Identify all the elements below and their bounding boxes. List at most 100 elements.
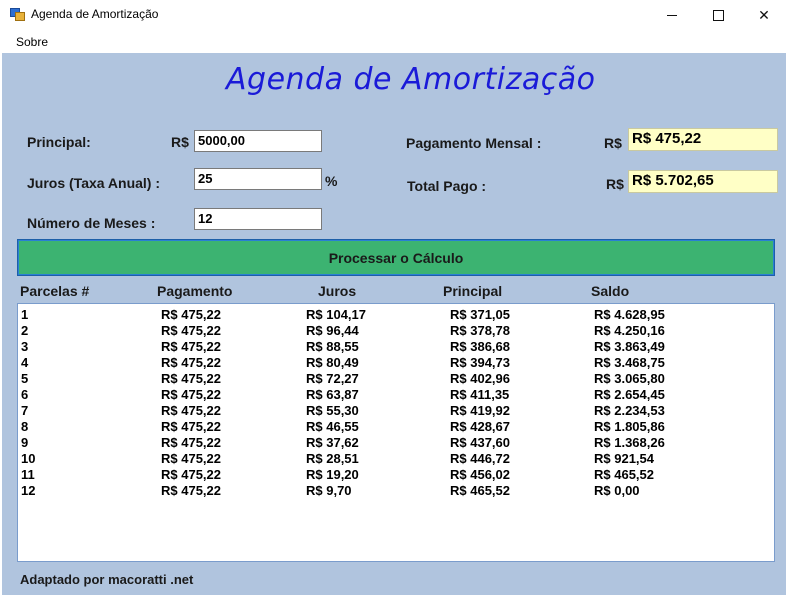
menu-item-sobre[interactable]: Sobre — [16, 35, 48, 49]
row-principal: R$ 386,68 — [450, 339, 510, 354]
table-row[interactable]: 1 R$ 475,22 R$ 104,17 R$ 371,05 R$ 4.628,95 — [18, 307, 774, 323]
row-parcela: 7 — [21, 403, 29, 418]
row-pagamento: R$ 475,22 — [161, 403, 221, 418]
row-principal: R$ 465,52 — [450, 483, 510, 498]
col-header-saldo: Saldo — [591, 283, 630, 299]
table-row[interactable]: 4 R$ 475,22 R$ 80,49 R$ 394,73 R$ 3.468,75 — [18, 355, 774, 371]
row-pagamento: R$ 475,22 — [161, 355, 221, 370]
schedule-listbox[interactable]: 1 R$ 475,22 R$ 104,17 R$ 371,05 R$ 4.628,95 2… — [17, 303, 775, 562]
row-parcela: 1 — [21, 307, 29, 322]
table-row[interactable]: 3 R$ 475,22 R$ 88,55 R$ 386,68 R$ 3.863,49 — [18, 339, 774, 355]
row-pagamento: R$ 475,22 — [161, 435, 221, 450]
row-pagamento: R$ 475,22 — [161, 339, 221, 354]
row-juros: R$ 37,62 — [306, 435, 359, 450]
principal-input[interactable]: 5000,00 — [194, 130, 322, 152]
col-header-pagamento: Pagamento — [157, 283, 233, 299]
row-juros: R$ 19,20 — [306, 467, 359, 482]
row-pagamento: R$ 475,22 — [161, 483, 221, 498]
row-pagamento: R$ 475,22 — [161, 307, 221, 322]
row-principal: R$ 402,96 — [450, 371, 510, 386]
maximize-button[interactable] — [695, 0, 741, 30]
row-juros: R$ 55,30 — [306, 403, 359, 418]
row-juros: R$ 9,70 — [306, 483, 352, 498]
process-button[interactable]: Processar o Cálculo — [17, 239, 775, 276]
row-parcela: 9 — [21, 435, 29, 450]
row-parcela: 4 — [21, 355, 29, 370]
row-principal: R$ 437,60 — [450, 435, 510, 450]
table-row[interactable]: 12 R$ 475,22 R$ 9,70 R$ 465,52 R$ 0,00 — [18, 483, 774, 499]
row-saldo: R$ 465,52 — [594, 467, 654, 482]
row-parcela: 2 — [21, 323, 29, 338]
row-parcela: 12 — [21, 483, 36, 498]
percent-label: % — [325, 173, 338, 189]
title-bar: Agenda de Amortização ✕ — [0, 0, 788, 30]
row-juros: R$ 72,27 — [306, 371, 359, 386]
principal-label: Principal: — [27, 134, 91, 150]
row-pagamento: R$ 475,22 — [161, 451, 221, 466]
row-saldo: R$ 1.805,86 — [594, 419, 665, 434]
table-row[interactable]: 5 R$ 475,22 R$ 72,27 R$ 402,96 R$ 3.065,80 — [18, 371, 774, 387]
table-row[interactable]: 8 R$ 475,22 R$ 46,55 R$ 428,67 R$ 1.805,86 — [18, 419, 774, 435]
row-saldo: R$ 2.654,45 — [594, 387, 665, 402]
row-juros: R$ 28,51 — [306, 451, 359, 466]
row-juros: R$ 80,49 — [306, 355, 359, 370]
row-saldo: R$ 3.065,80 — [594, 371, 665, 386]
row-parcela: 8 — [21, 419, 29, 434]
row-juros: R$ 63,87 — [306, 387, 359, 402]
col-header-parcelas: Parcelas # — [20, 283, 90, 299]
row-parcela: 11 — [21, 467, 35, 482]
footer-credit: Adaptado por macoratti .net — [20, 572, 194, 587]
row-parcela: 10 — [21, 451, 36, 466]
row-pagamento: R$ 475,22 — [161, 467, 221, 482]
pagamento-output: R$ 475,22 — [628, 128, 778, 151]
window-title: Agenda de Amortização — [31, 7, 159, 21]
row-pagamento: R$ 475,22 — [161, 419, 221, 434]
row-saldo: R$ 3.468,75 — [594, 355, 665, 370]
row-parcela: 6 — [21, 387, 29, 402]
row-saldo: R$ 1.368,26 — [594, 435, 665, 450]
row-principal: R$ 411,35 — [450, 387, 510, 402]
row-principal: R$ 456,02 — [450, 467, 510, 482]
row-pagamento: R$ 475,22 — [161, 387, 221, 402]
table-row[interactable]: 2 R$ 475,22 R$ 96,44 R$ 378,78 R$ 4.250,16 — [18, 323, 774, 339]
row-saldo: R$ 4.250,16 — [594, 323, 665, 338]
juros-input[interactable]: 25 — [194, 168, 322, 190]
row-juros: R$ 96,44 — [306, 323, 359, 338]
table-row[interactable]: 7 R$ 475,22 R$ 55,30 R$ 419,92 R$ 2.234,53 — [18, 403, 774, 419]
row-saldo: R$ 4.628,95 — [594, 307, 665, 322]
table-row[interactable]: 11 R$ 475,22 R$ 19,20 R$ 456,02 R$ 465,52 — [18, 467, 774, 483]
close-button[interactable]: ✕ — [741, 0, 787, 30]
meses-label: Número de Meses : — [27, 215, 156, 231]
row-juros: R$ 88,55 — [306, 339, 359, 354]
close-icon: ✕ — [758, 6, 770, 23]
table-row[interactable]: 6 R$ 475,22 R$ 63,87 R$ 411,35 R$ 2.654,45 — [18, 387, 774, 403]
table-row[interactable]: 10 R$ 475,22 R$ 28,51 R$ 446,72 R$ 921,54 — [18, 451, 774, 467]
meses-input[interactable]: 12 — [194, 208, 322, 230]
total-currency-label: R$ — [606, 176, 624, 192]
maximize-icon — [712, 9, 724, 21]
row-saldo: R$ 2.234,53 — [594, 403, 665, 418]
juros-label: Juros (Taxa Anual) : — [27, 175, 161, 191]
col-header-juros: Juros — [318, 283, 357, 299]
row-parcela: 5 — [21, 371, 29, 386]
row-principal: R$ 446,72 — [450, 451, 510, 466]
minimize-button[interactable] — [649, 0, 695, 30]
row-principal: R$ 394,73 — [450, 355, 510, 370]
total-label: Total Pago : — [407, 178, 487, 194]
pagamento-label: Pagamento Mensal : — [406, 135, 542, 151]
row-principal: R$ 419,92 — [450, 403, 510, 418]
table-row[interactable]: 9 R$ 475,22 R$ 37,62 R$ 437,60 R$ 1.368,26 — [18, 435, 774, 451]
total-output: R$ 5.702,65 — [628, 170, 778, 193]
principal-currency-label: R$ — [171, 134, 189, 150]
row-pagamento: R$ 475,22 — [161, 323, 221, 338]
row-pagamento: R$ 475,22 — [161, 371, 221, 386]
pagamento-currency-label: R$ — [604, 135, 622, 151]
app-window-icon[interactable] — [10, 8, 25, 21]
row-saldo: R$ 3.863,49 — [594, 339, 665, 354]
row-parcela: 3 — [21, 339, 29, 354]
row-juros: R$ 104,17 — [306, 307, 366, 322]
row-saldo: R$ 0,00 — [594, 483, 640, 498]
row-principal: R$ 371,05 — [450, 307, 510, 322]
row-saldo: R$ 921,54 — [594, 451, 654, 466]
minimize-icon — [667, 14, 677, 16]
